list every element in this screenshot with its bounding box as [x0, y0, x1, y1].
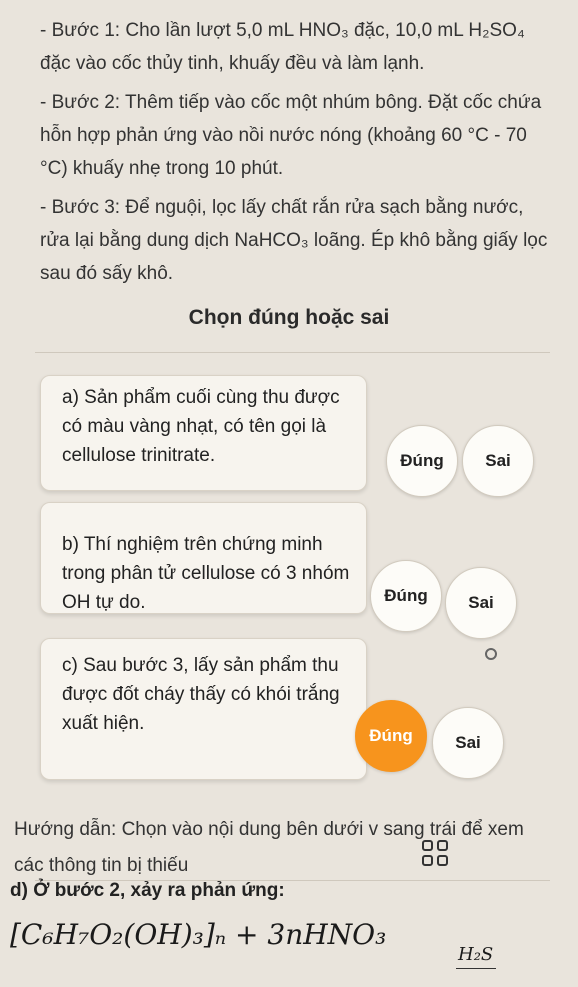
reaction-arrow: [456, 968, 496, 969]
question-text-a: a) Sản phẩm cuối cùng thu được có màu và…: [62, 387, 340, 466]
reaction-formula: [C₆H₇O₂(OH)₃]ₙ + 3nHNO₃ H₂S: [6, 910, 576, 987]
grid-icon[interactable]: [422, 840, 448, 866]
false-button-b[interactable]: Sai: [445, 567, 517, 639]
instruction-steps: - Bước 1: Cho lần lượt 5,0 mL HNO₃ đặc, …: [40, 14, 550, 296]
false-button-c[interactable]: Sai: [432, 707, 504, 779]
section-title: Chọn đúng hoặc sai: [188, 306, 390, 329]
step-1: - Bước 1: Cho lần lượt 5,0 mL HNO₃ đặc, …: [40, 20, 525, 74]
true-button-c[interactable]: Đúng: [355, 700, 427, 772]
step-2: - Bước 2: Thêm tiếp vào cốc một nhúm bôn…: [40, 92, 542, 179]
question-text-b: b) Thí nghiệm trên chứng minh trong phân…: [62, 534, 350, 613]
false-button-a[interactable]: Sai: [462, 425, 534, 497]
step-3: - Bước 3: Để nguội, lọc lấy chất rắn rửa…: [40, 197, 548, 284]
hint-text: Hướng dẫn: Chọn vào nội dung bên dưới v …: [14, 819, 524, 876]
divider: [35, 352, 550, 353]
part-d-text: d) Ở bước 2, xảy ra phản ứng:: [10, 880, 285, 901]
indicator-dot: [485, 648, 497, 660]
question-text-c: c) Sau bước 3, lấy sản phẩm thu được đốt…: [62, 655, 340, 734]
true-button-a[interactable]: Đúng: [386, 425, 458, 497]
formula-text: [C₆H₇O₂(OH)₃]ₙ + 3nHNO₃: [10, 918, 387, 951]
true-button-b[interactable]: Đúng: [370, 560, 442, 632]
formula-condition: H₂S: [458, 944, 494, 965]
